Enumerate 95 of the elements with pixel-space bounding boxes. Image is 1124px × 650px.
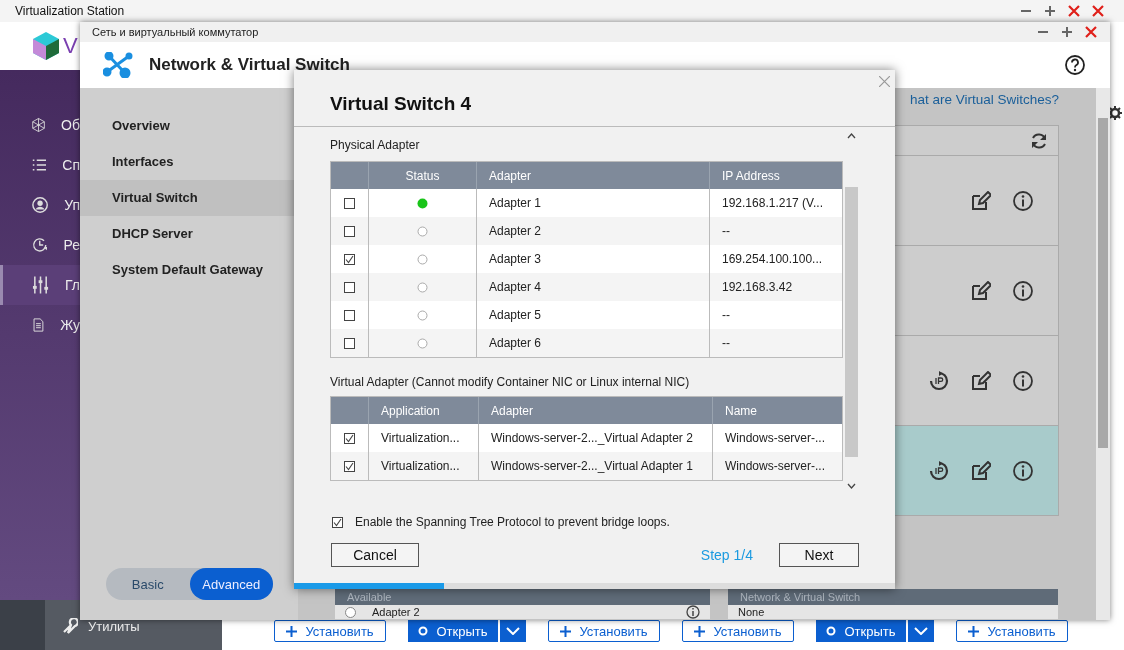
edit-icon[interactable]: [971, 190, 991, 211]
checkbox[interactable]: [344, 281, 355, 293]
table-cell: Windows-server-2..._Virtual Adapter 1: [479, 452, 713, 480]
column-header: IP Address: [721, 167, 781, 185]
user-icon: [32, 195, 49, 215]
circle-icon: [418, 626, 429, 636]
nav-item[interactable]: DHCP Server: [80, 216, 298, 252]
table-cell: None: [738, 606, 765, 618]
checkbox-label: Enable the Spanning Tree Protocol to prevent bridge loops.: [355, 515, 670, 529]
mode-option[interactable]: Basic: [106, 568, 190, 600]
chevron-up-icon: [847, 133, 856, 139]
nav-item[interactable]: Interfaces: [80, 144, 298, 180]
plus-icon: [560, 625, 572, 637]
cancel-button[interactable]: Cancel: [331, 543, 419, 567]
close-icon[interactable]: [1085, 26, 1097, 38]
dialog-title: Virtual Switch 4: [294, 70, 895, 127]
ip-refresh-icon[interactable]: [929, 370, 949, 391]
checkbox[interactable]: [344, 337, 355, 349]
info-icon[interactable]: [1013, 370, 1033, 391]
install-button[interactable]: Установить: [682, 620, 794, 642]
sidebar-item[interactable]: Ре: [0, 225, 80, 265]
section-label: Virtual Adapter (Cannot modify Container NIC or Linux internal NIC): [330, 374, 691, 390]
table-cell-text: 192.168.3.42: [721, 279, 794, 296]
install-button[interactable]: Установить: [548, 620, 660, 642]
window-title: Сеть и виртуальный коммутатор: [92, 26, 259, 38]
refresh-icon[interactable]: [1030, 131, 1048, 150]
document-icon: [32, 315, 45, 335]
table-cell-text: 192.168.1.217 (V...: [721, 195, 824, 212]
info-icon[interactable]: [1013, 190, 1033, 211]
ip-refresh-icon[interactable]: [929, 460, 949, 481]
edit-icon[interactable]: [971, 280, 991, 301]
table-cell-text: --: [721, 307, 731, 324]
sliders-icon: [32, 275, 50, 295]
close-icon[interactable]: [1092, 5, 1104, 17]
cube-logo-icon: [32, 31, 60, 61]
table-cell-text: Windows-server-...: [724, 458, 826, 475]
window-title: Virtualization Station: [15, 4, 125, 18]
table-header: Network & Virtual Switch: [728, 589, 1058, 605]
step-indicator: Step 1/4: [700, 547, 753, 563]
dropdown-button[interactable]: [500, 620, 526, 642]
circle-icon: [826, 626, 837, 636]
chevron-down-icon: [914, 627, 928, 635]
table-cell-text: --: [721, 223, 731, 240]
table-cell: Virtualization...: [369, 452, 479, 480]
checkbox[interactable]: [344, 432, 355, 444]
plus-icon: [694, 625, 706, 637]
sidebar-item[interactable]: Жу: [0, 305, 80, 345]
open-button[interactable]: Открыть: [816, 620, 906, 642]
sidebar-item[interactable]: Уп: [0, 185, 80, 225]
scrollbar[interactable]: [1096, 88, 1110, 620]
info-icon[interactable]: [1013, 460, 1033, 481]
gear-icon: [1108, 106, 1122, 120]
table-cell-text: 169.254.100.100...: [721, 251, 824, 268]
radio-button[interactable]: [345, 606, 356, 618]
open-button[interactable]: Открыть: [408, 620, 498, 642]
maximize-icon[interactable]: [1061, 26, 1073, 38]
maximize-icon[interactable]: [1044, 5, 1056, 17]
checkbox[interactable]: [344, 253, 355, 265]
checkbox[interactable]: [344, 197, 355, 209]
mode-option[interactable]: Advanced: [189, 568, 273, 600]
edit-icon[interactable]: [971, 370, 991, 391]
sidebar-item[interactable]: Гл: [0, 265, 80, 305]
table-cell: Adapter 6: [477, 329, 710, 357]
info-icon[interactable]: [1013, 280, 1033, 301]
chevron-down-icon: [847, 483, 856, 489]
help-icon[interactable]: [1065, 55, 1085, 75]
next-button[interactable]: Next: [779, 543, 859, 567]
plus-icon: [968, 625, 980, 637]
column-header: Name: [724, 402, 758, 420]
cube-icon: [32, 115, 46, 135]
install-button[interactable]: Установить: [274, 620, 386, 642]
sidebar-item[interactable]: Об: [0, 105, 80, 145]
clock-icon: [32, 235, 48, 255]
install-button[interactable]: Установить: [956, 620, 1068, 642]
table-header: Available: [335, 589, 710, 605]
nav-item[interactable]: System Default Gateway: [80, 252, 298, 288]
help-link[interactable]: hat are Virtual Switches?: [909, 92, 1059, 112]
checkbox[interactable]: [332, 516, 343, 528]
sidebar-item[interactable]: Сп: [0, 145, 80, 185]
edit-icon[interactable]: [971, 460, 991, 481]
table-cell-text: Windows-server-...: [724, 430, 826, 447]
section-label: Physical Adapter: [330, 137, 421, 153]
table-cell: Adapter 2: [372, 606, 420, 618]
sidebar-item[interactable]: Утилиты: [62, 616, 152, 636]
table-cell-text: --: [721, 335, 731, 352]
checkbox[interactable]: [344, 309, 355, 321]
app-name: V: [63, 33, 78, 59]
checkbox[interactable]: [344, 225, 355, 237]
dropdown-button[interactable]: [908, 620, 934, 642]
plus-icon: [286, 625, 298, 637]
chevron-down-icon: [506, 627, 520, 635]
network-icon: [103, 52, 133, 78]
close-icon[interactable]: [1068, 5, 1080, 17]
checkbox[interactable]: [344, 460, 355, 472]
info-icon[interactable]: [686, 605, 700, 619]
